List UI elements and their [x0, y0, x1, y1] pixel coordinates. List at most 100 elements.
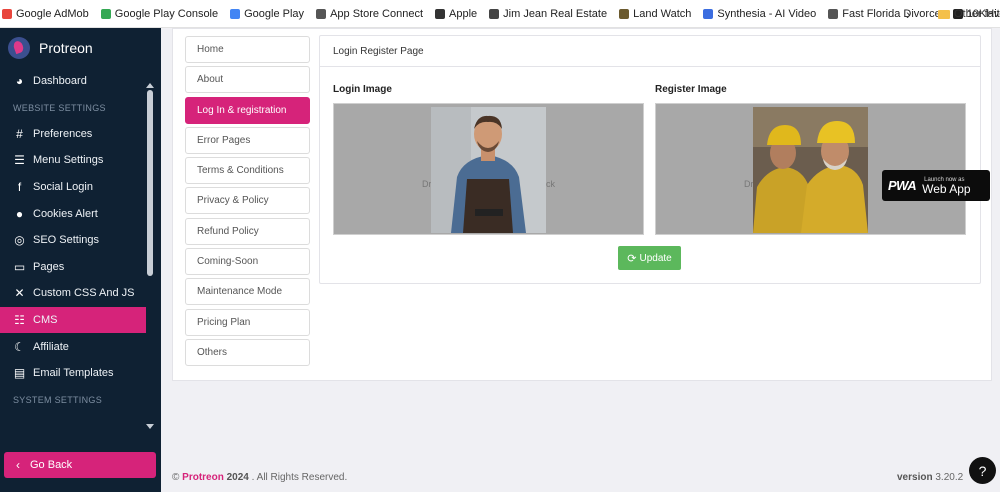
sidebar-item-label: Custom CSS And JS: [33, 287, 135, 300]
tab-pricing-plan[interactable]: Pricing Plan: [185, 308, 310, 336]
sidebar-item-label: Email Templates: [33, 367, 114, 380]
sidebar-item-label: Social Login: [33, 181, 93, 194]
login-image-label: Login Image: [333, 84, 392, 95]
brand-logo-icon: [8, 37, 30, 59]
sidebar-item-preferences[interactable]: # Preferences: [0, 121, 161, 148]
bookmark-favicon-icon: [230, 8, 241, 19]
folder-icon: [938, 9, 950, 19]
tab-log-in-registration[interactable]: Log In & registration: [185, 96, 310, 124]
bookmark-favicon-icon: [435, 8, 446, 19]
tab-maintenance-mode[interactable]: Maintenance Mode: [185, 278, 310, 306]
sidebar: Protreon ◕ Dashboard WEBSITE SETTINGS # Pref…: [0, 28, 161, 492]
help-button[interactable]: ?: [969, 457, 996, 484]
sidebar-item-cookies-alert[interactable]: ● Cookies Alert: [0, 200, 161, 227]
tab-others[interactable]: Others: [185, 338, 310, 366]
bookmark-item[interactable]: Fast Florida Divorce: [828, 8, 941, 20]
email-template-icon: ▤: [13, 366, 26, 381]
bookmark-favicon-icon: [619, 8, 630, 19]
bookmark-item[interactable]: Land Watch: [619, 8, 691, 20]
hash-icon: #: [16, 126, 23, 141]
facebook-icon: f: [17, 180, 22, 195]
tab-refund-policy[interactable]: Refund Policy: [185, 217, 310, 245]
workers-photo: [753, 107, 868, 233]
pwa-launch-badge[interactable]: PWA Launch now as Web App: [882, 170, 990, 201]
tab-terms-conditions[interactable]: Terms & Conditions: [185, 157, 310, 185]
sidebar-item-custom-css-and-js[interactable]: ✕ Custom CSS And JS: [0, 280, 161, 307]
cms-card: Home About Log In & registration Error Page…: [172, 28, 992, 381]
dashboard-icon: ◕: [15, 74, 24, 89]
sidebar-item-label: Menu Settings: [33, 154, 104, 167]
bookmark-favicon-icon: [828, 8, 839, 19]
chevron-left-icon: ‹: [16, 458, 20, 472]
bookmark-item[interactable]: App Store Connect: [316, 8, 423, 20]
sidebar-item-email-templates[interactable]: ▤ Email Templates: [0, 360, 161, 387]
tab-error-pages[interactable]: Error Pages: [185, 126, 310, 154]
dropzone-hint: ck: [546, 179, 555, 189]
sidebar-scrollbar[interactable]: [147, 90, 153, 276]
sidebar-item-label: Affiliate: [33, 340, 69, 353]
bookmarks-bar: Google AdMob Google Play Console Google Pl…: [0, 0, 1000, 28]
sidebar-section-label: WEBSITE SETTINGS: [13, 102, 106, 113]
sidebar-item-label: Preferences: [33, 127, 93, 140]
tab-about[interactable]: About: [185, 66, 310, 94]
footer-brand-link[interactable]: Protreon: [182, 472, 224, 483]
login-image-preview: [431, 107, 546, 233]
bookmark-item[interactable]: Jim Jean Real Estate: [489, 8, 607, 20]
menu-icon: ☰: [14, 153, 25, 168]
pwa-logo: PWA: [888, 178, 917, 193]
bookmark-item[interactable]: Google Play Console: [100, 8, 218, 20]
bookmark-favicon-icon: [316, 8, 327, 19]
register-image-dropzone[interactable]: Dr ck: [655, 103, 966, 235]
tab-home[interactable]: Home: [185, 36, 310, 63]
update-button[interactable]: ⟳ Update: [618, 246, 681, 270]
bookmark-item[interactable]: Apple: [435, 8, 477, 20]
bookmark-favicon-icon: [2, 8, 12, 19]
sidebar-item-affiliate[interactable]: ☾ Affiliate: [0, 333, 161, 360]
list-icon: ☷: [14, 313, 25, 328]
monitor-icon: ▭: [13, 259, 26, 274]
scroll-down-icon[interactable]: [146, 424, 154, 429]
sidebar-item-label: Pages: [33, 260, 65, 273]
footer-copyright: © Protreon 2024 . All Rights Reserved.: [172, 472, 348, 483]
sidebar-item-dashboard[interactable]: ◕ Dashboard: [0, 68, 161, 95]
chevron-right-icon[interactable]: ›: [906, 6, 911, 22]
bookmark-favicon-icon: [100, 8, 111, 19]
sidebar-item-seo-settings[interactable]: ◎ SEO Settings: [0, 227, 161, 254]
footer-version: version 3.20.2: [897, 472, 964, 483]
bookmark-item[interactable]: Google Play: [230, 8, 304, 20]
seo-icon: ◎: [14, 233, 25, 248]
sidebar-nav: ◕ Dashboard WEBSITE SETTINGS # Preferences ☰ M…: [0, 68, 161, 413]
panel-title: Login Register Page: [320, 36, 980, 67]
sidebar-item-cms[interactable]: ☷ CMS: [0, 306, 146, 334]
cms-tabs: Home About Log In & registration Error Page…: [185, 36, 310, 369]
sidebar-item-pages[interactable]: ▭ Pages: [0, 254, 161, 281]
question-icon: ?: [978, 462, 987, 479]
other-favorites-folder[interactable]: Other favorit: [938, 0, 1000, 28]
worker-photo: [431, 107, 546, 233]
refresh-icon: ⟳: [627, 252, 637, 265]
scroll-up-icon[interactable]: [146, 83, 154, 88]
login-register-panel: Login Register Page Login Image Register…: [319, 35, 981, 284]
brand-name: Protreon: [39, 40, 93, 56]
login-image-dropzone[interactable]: Dr ck: [333, 103, 644, 235]
tools-icon: ✕: [14, 286, 25, 301]
sidebar-item-label: CMS: [33, 314, 58, 327]
register-image-label: Register Image: [655, 84, 727, 95]
brand[interactable]: Protreon: [0, 28, 161, 68]
bookmark-item[interactable]: Synthesia - AI Video: [703, 8, 816, 20]
go-back-button[interactable]: ‹ Go Back: [4, 452, 156, 478]
sidebar-section-label: SYSTEM SETTINGS: [13, 394, 103, 405]
sidebar-item-menu-settings[interactable]: ☰ Menu Settings: [0, 147, 161, 174]
sidebar-item-social-login[interactable]: f Social Login: [0, 174, 161, 201]
bookmark-item[interactable]: Google AdMob: [2, 8, 89, 20]
bookmark-favicon-icon: [489, 8, 500, 19]
pwa-text: Launch now as Web App: [922, 176, 971, 196]
bookmark-favicon-icon: [703, 8, 714, 19]
sidebar-item-label: Cookies Alert: [33, 207, 98, 220]
sidebar-item-label: SEO Settings: [33, 234, 100, 247]
tab-privacy-policy[interactable]: Privacy & Policy: [185, 187, 310, 215]
tab-coming-soon[interactable]: Coming-Soon: [185, 248, 310, 276]
register-image-preview: [753, 107, 868, 233]
affiliate-icon: ☾: [14, 339, 25, 354]
sidebar-item-label: Dashboard: [33, 75, 87, 88]
